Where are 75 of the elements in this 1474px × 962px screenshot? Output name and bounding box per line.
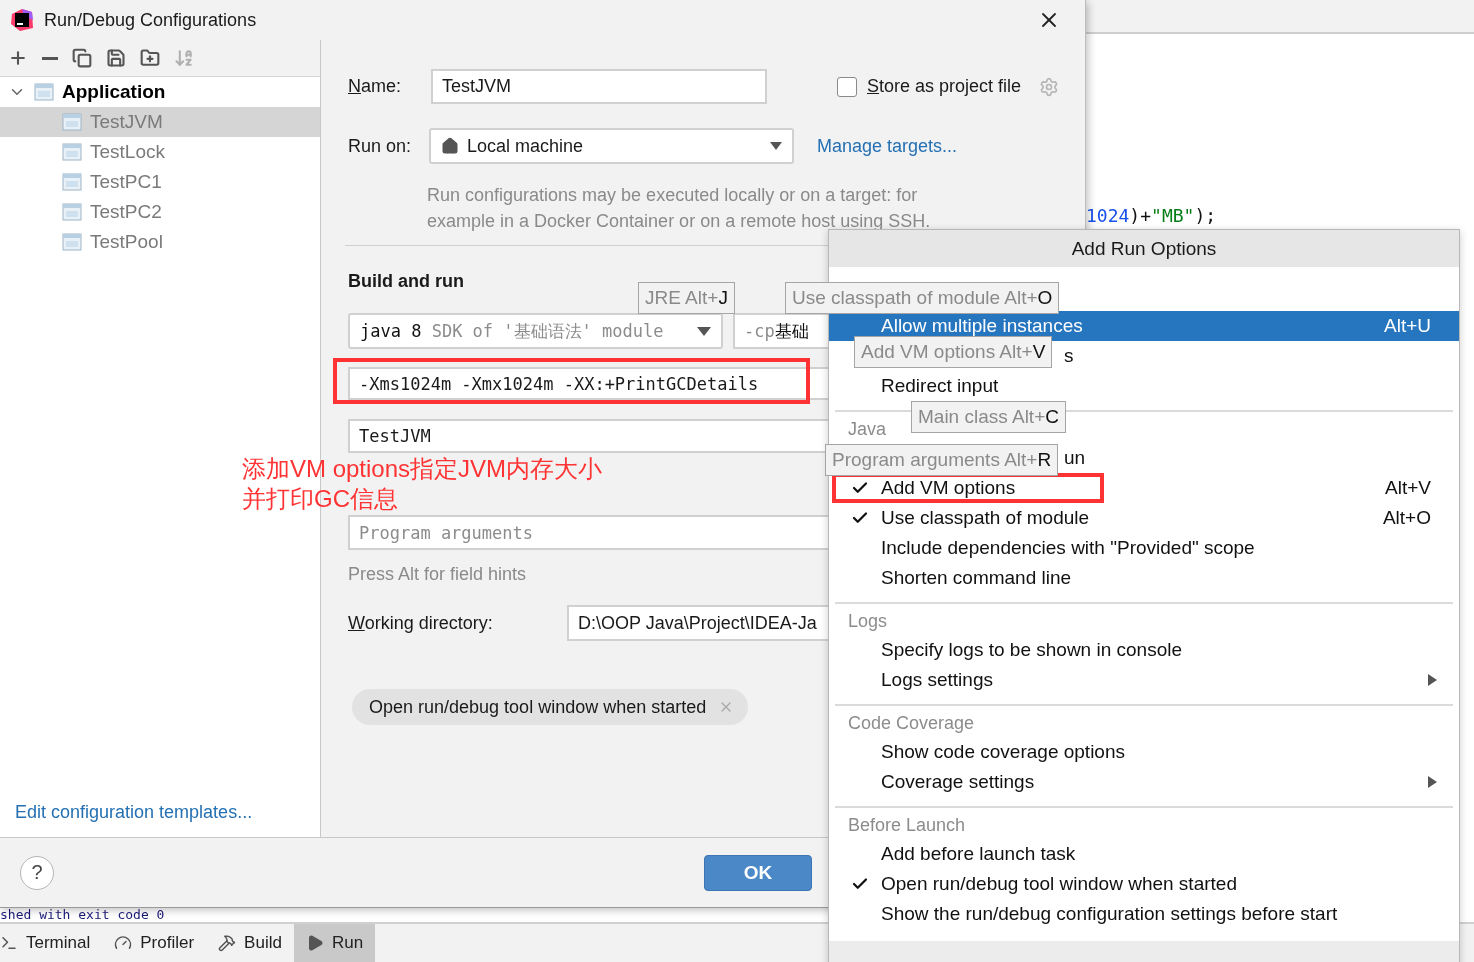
window-icon bbox=[62, 203, 82, 221]
manage-targets-link[interactable]: Manage targets... bbox=[817, 135, 958, 157]
help-button[interactable]: ? bbox=[20, 855, 54, 890]
copy-icon bbox=[72, 48, 92, 68]
templates-link[interactable]: Edit configuration templates... bbox=[15, 802, 253, 823]
settings-icon bbox=[1039, 76, 1059, 97]
toolbar-button[interactable] bbox=[8, 48, 28, 68]
field-hint-tooltip: Add VM options Alt+V bbox=[854, 336, 1053, 368]
window-icon bbox=[62, 113, 82, 131]
hint-text: Press Alt for field hints bbox=[348, 563, 527, 586]
section-heading: Before Launch bbox=[848, 814, 966, 837]
section-heading: Logs bbox=[848, 610, 888, 633]
menu-item[interactable]: Allow multiple instances Alt+U bbox=[829, 311, 1459, 341]
annotation-text: 添加VM options指定JVM内存大小 bbox=[242, 454, 603, 484]
menu-item[interactable]: Coverage settings bbox=[829, 767, 1459, 797]
tree-item[interactable]: Application bbox=[0, 77, 320, 107]
run-on-dropdown[interactable]: Local machine bbox=[429, 128, 794, 164]
note-text: Run configurations may be executed locally or on a target: for bbox=[427, 184, 919, 207]
window-title: Run/Debug Configurations bbox=[44, 9, 258, 31]
caret-icon bbox=[697, 326, 711, 336]
caret-icon bbox=[770, 142, 782, 150]
section-heading: Java bbox=[848, 418, 887, 441]
tree-item[interactable]: TestPC1 bbox=[0, 167, 320, 197]
field-hint-tooltip: Program arguments Alt+R bbox=[825, 444, 1059, 476]
folder-plus-icon bbox=[140, 48, 160, 68]
section-heading: Code Coverage bbox=[848, 712, 975, 735]
menu-item[interactable]: Show the run/debug configuration settings before start bbox=[829, 899, 1459, 929]
section-heading: Build and run bbox=[348, 270, 464, 293]
name-label: Name: bbox=[348, 76, 403, 97]
terminal-icon bbox=[0, 934, 18, 952]
tool-window-tab[interactable]: Run bbox=[293, 924, 376, 962]
house-icon bbox=[441, 137, 459, 155]
popup-title: Add Run Options bbox=[829, 230, 1459, 267]
toolbar-button[interactable] bbox=[106, 48, 126, 68]
add-icon bbox=[8, 48, 28, 68]
menu-item[interactable]: Show code coverage options bbox=[829, 737, 1459, 767]
tool-window-tab[interactable]: Profiler bbox=[102, 924, 207, 962]
chip-label: Open run/debug tool window when started bbox=[369, 696, 707, 718]
field-hint-tooltip: JRE Alt+J bbox=[638, 282, 735, 314]
jre-dropdown[interactable]: java 8 SDK of '基础语法' module bbox=[348, 313, 723, 349]
remove-icon bbox=[42, 56, 58, 60]
ok-button[interactable]: OK bbox=[704, 854, 812, 891]
gauge-icon bbox=[114, 934, 133, 952]
menu-item[interactable]: Logs settings bbox=[829, 665, 1459, 695]
checkbox[interactable] bbox=[837, 76, 857, 97]
toolbar-button[interactable] bbox=[42, 56, 58, 60]
sort-icon bbox=[174, 48, 194, 68]
window-icon bbox=[62, 143, 82, 161]
tree-item[interactable]: TestLock bbox=[0, 137, 320, 167]
code-line: 1024)+"MB"); bbox=[1086, 205, 1217, 227]
window-icon bbox=[62, 173, 82, 191]
name-field[interactable]: TestJVM bbox=[431, 69, 767, 104]
field-hint-tooltip: Use classpath of module Alt+O bbox=[785, 282, 1060, 314]
tree-item[interactable]: TestPool bbox=[0, 227, 320, 257]
menu-item[interactable]: Open run/debug tool window when started bbox=[829, 869, 1459, 899]
note-text: example in a Docker Container or on a remote host using SSH. bbox=[427, 210, 931, 233]
working-directory-label: Working directory: bbox=[348, 612, 494, 634]
app-logo bbox=[10, 8, 34, 32]
checkbox-label: Store as project file bbox=[867, 76, 1023, 97]
hammer-icon bbox=[218, 934, 237, 952]
tool-window-tab[interactable]: Terminal bbox=[0, 924, 103, 962]
toolbar-button[interactable] bbox=[140, 48, 160, 68]
save-icon bbox=[106, 48, 126, 68]
field-hint-tooltip: Main class Alt+C bbox=[911, 401, 1066, 433]
menu-item[interactable]: Add before launch task bbox=[829, 839, 1459, 869]
tree-item[interactable]: TestPC2 bbox=[0, 197, 320, 227]
window-icon bbox=[34, 83, 54, 101]
annotation-text: 并打印GC信息 bbox=[242, 484, 399, 514]
tool-window-tab[interactable]: Build bbox=[206, 924, 294, 962]
window-icon bbox=[62, 233, 82, 251]
run-on-label: Run on: bbox=[348, 135, 413, 157]
toolbar-button[interactable] bbox=[72, 48, 92, 68]
console-output: shed with exit code 0 bbox=[0, 908, 165, 922]
menu-item[interactable]: s bbox=[1064, 345, 1074, 367]
menu-item[interactable]: Shorten command line bbox=[829, 563, 1459, 593]
